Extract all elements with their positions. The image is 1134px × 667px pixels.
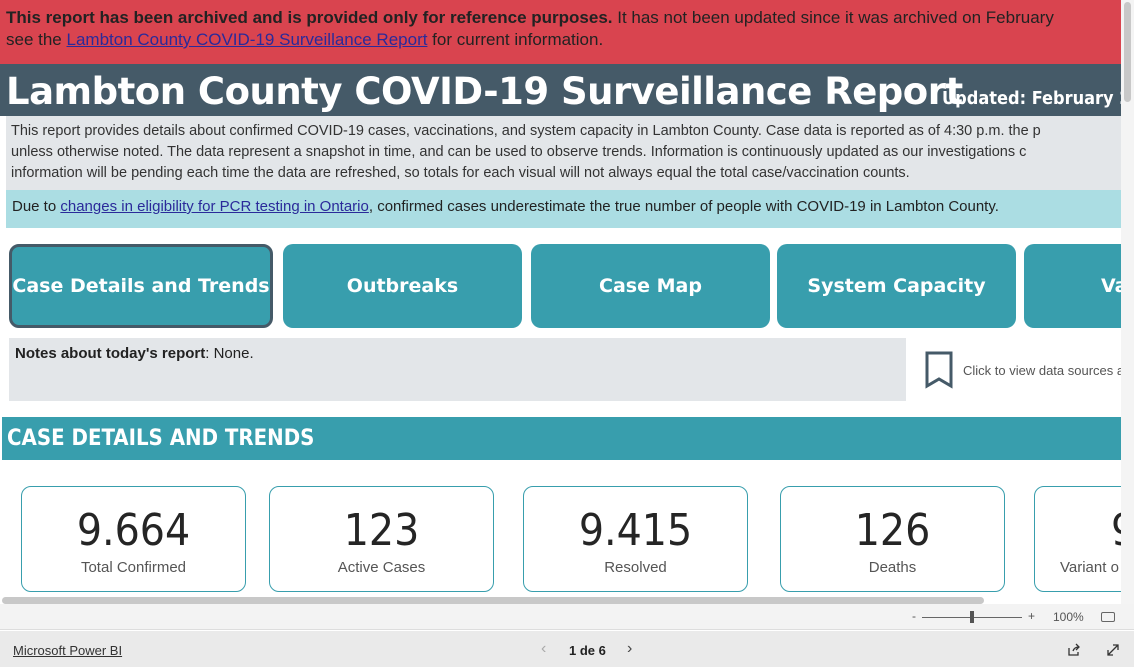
banner-text: see the xyxy=(6,30,67,49)
card-value: 9.415 xyxy=(578,505,693,556)
power-bi-link[interactable]: Microsoft Power BI xyxy=(13,643,122,658)
footer: Microsoft Power BI ‹ 1 de 6 › xyxy=(0,631,1134,667)
scrollbar-thumb[interactable] xyxy=(1124,2,1131,102)
card-value: 123 xyxy=(343,505,420,556)
previous-page-icon[interactable]: ‹ xyxy=(541,640,546,658)
banner-text: It has not been updated since it was arc… xyxy=(612,8,1054,27)
card-label: Resolved xyxy=(604,559,667,576)
report-header: Lambton County COVID-19 Surveillance Rep… xyxy=(0,64,1121,116)
nav-case-map-button[interactable]: Case Map xyxy=(531,244,770,328)
fit-to-page-icon[interactable] xyxy=(1101,612,1115,622)
notes-label: Notes about today's report xyxy=(15,345,206,362)
zoom-bar: - + 100% xyxy=(0,604,1134,630)
surveillance-report-link[interactable]: Lambton County COVID-19 Surveillance Rep… xyxy=(67,30,428,49)
pcr-text: Due to xyxy=(12,198,61,215)
zoom-level: 100% xyxy=(1053,610,1084,624)
report-description: This report provides details about confi… xyxy=(6,116,1121,190)
vertical-scrollbar[interactable] xyxy=(1121,0,1134,604)
nav-case-details-button[interactable]: Case Details and Trends xyxy=(9,244,273,328)
data-sources-link[interactable]: Click to view data sources a xyxy=(963,363,1121,378)
card-label: Total Confirmed xyxy=(80,559,187,576)
page-title: Lambton County COVID-19 Surveillance Rep… xyxy=(6,70,963,113)
zoom-slider-handle[interactable] xyxy=(970,611,974,623)
zoom-out-button[interactable]: - xyxy=(912,609,916,623)
report-canvas: This report has been archived and is pro… xyxy=(0,0,1121,604)
updated-date: Updated: February 2 xyxy=(942,88,1121,109)
banner-bold: This report has been archived and is pro… xyxy=(6,8,613,27)
card-label: Deaths xyxy=(868,559,917,576)
resolved-card: 9.415 Resolved xyxy=(523,486,748,592)
card-value: 9 xyxy=(1111,509,1121,553)
report-notes: Notes about today's report: None. xyxy=(9,338,906,401)
card-label: Variant o xyxy=(1060,559,1119,576)
nav-outbreaks-button[interactable]: Outbreaks xyxy=(283,244,522,328)
zoom-in-button[interactable]: + xyxy=(1028,609,1035,623)
banner-text: for current information. xyxy=(427,30,604,49)
fullscreen-icon[interactable] xyxy=(1106,643,1120,657)
page-indicator: 1 de 6 xyxy=(569,643,606,658)
next-page-icon[interactable]: › xyxy=(627,640,632,658)
pcr-eligibility-link[interactable]: changes in eligibility for PCR testing i… xyxy=(60,198,368,215)
description-line: information will be pending each time th… xyxy=(11,165,910,181)
bookmark-icon[interactable] xyxy=(925,351,953,389)
total-confirmed-card: 9.664 Total Confirmed xyxy=(21,486,246,592)
card-value: 9.664 xyxy=(76,505,191,556)
notes-text: : None. xyxy=(205,345,254,362)
variant-card: 9 Variant o xyxy=(1034,486,1121,592)
nav-system-capacity-button[interactable]: System Capacity xyxy=(777,244,1016,328)
card-value: 126 xyxy=(854,505,931,556)
archive-banner: This report has been archived and is pro… xyxy=(0,0,1121,64)
nav-vaccinations-button[interactable]: Va xyxy=(1024,244,1121,328)
card-label: Active Cases xyxy=(337,559,426,576)
deaths-card: 126 Deaths xyxy=(780,486,1005,592)
pcr-text: , confirmed cases underestimate the true… xyxy=(368,198,999,215)
section-title: CASE DETAILS AND TRENDS xyxy=(2,417,1121,460)
horizontal-scrollbar[interactable] xyxy=(2,597,984,604)
share-icon[interactable] xyxy=(1067,643,1081,657)
description-line: This report provides details about confi… xyxy=(11,123,1041,139)
pcr-notice: Due to changes in eligibility for PCR te… xyxy=(6,190,1121,228)
active-cases-card: 123 Active Cases xyxy=(269,486,494,592)
description-line: unless otherwise noted. The data represe… xyxy=(11,144,1027,160)
